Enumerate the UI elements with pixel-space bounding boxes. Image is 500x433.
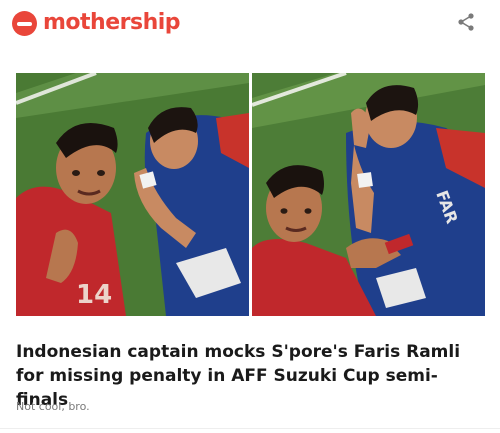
- mothership-logo-icon: [12, 10, 37, 36]
- top-bar: mothership: [0, 0, 500, 44]
- article-subtitle: Not cool, bro.: [16, 400, 90, 413]
- brand-logo[interactable]: mothership: [12, 9, 181, 37]
- share-button[interactable]: [456, 12, 476, 32]
- hero-panel-right: FAR: [251, 73, 485, 316]
- brand-name: mothership: [43, 10, 181, 35]
- svg-text:14: 14: [76, 280, 112, 310]
- hero-panel-left: 14: [16, 73, 249, 316]
- bottom-divider: [0, 428, 500, 429]
- hero-photo-collage: 14 FAR: [16, 73, 485, 316]
- share-icon: [458, 13, 474, 31]
- panel-divider: [249, 73, 252, 316]
- article-hero-image[interactable]: 14 FAR: [16, 73, 485, 316]
